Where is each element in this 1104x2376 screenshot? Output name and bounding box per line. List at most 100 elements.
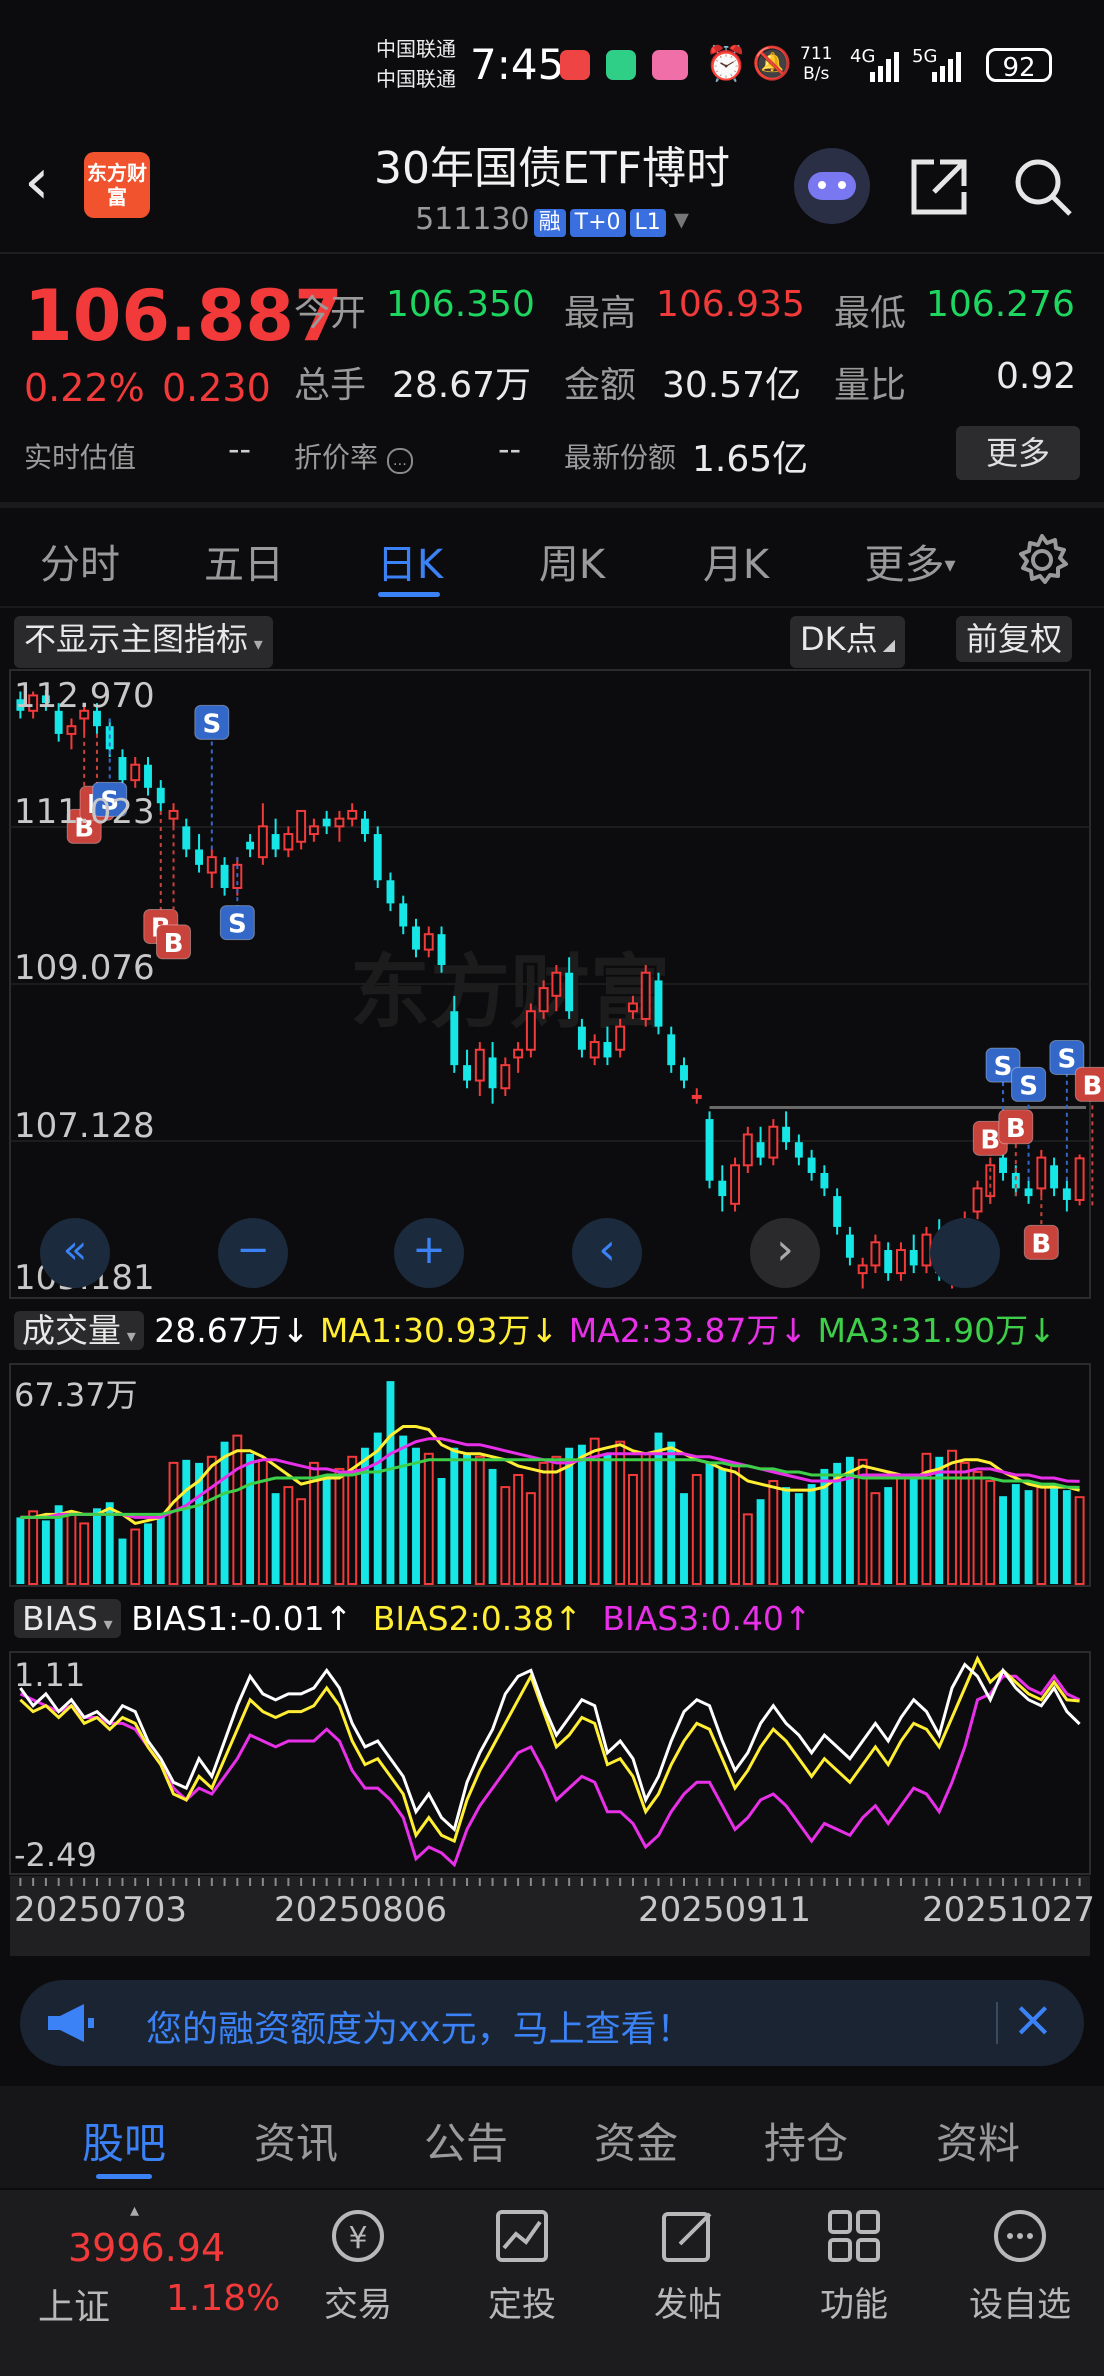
candle [182,818,191,858]
volume-bar [257,1458,268,1585]
volume-bar [807,1484,816,1584]
zoom-out-button[interactable]: − [218,1218,288,1288]
scroll-left-fast-button[interactable]: « [40,1218,110,1288]
volume-bar [386,1381,395,1584]
volume-bar [450,1447,459,1584]
zoom-in-button[interactable]: + [394,1218,464,1288]
y-tick-label: 112.970 [14,676,155,716]
tab-announcements[interactable]: 公告 [406,2110,526,2171]
trade-button[interactable]: ¥ 交易 [300,2204,416,2326]
candle [794,1134,803,1166]
y-tick-label: 111.023 [14,792,155,832]
close-icon[interactable]: × [1012,1990,1054,2048]
caret-down-icon: ▾ [97,1614,113,1635]
svg-text:B: B [164,929,184,959]
volume-bar [577,1444,586,1584]
candle [718,1165,727,1212]
volume-bar [118,1538,127,1584]
bias-legend: BIAS ▾ BIAS1:-0.01↑ BIAS2:0.38↑ BIAS3:0.… [14,1596,812,1648]
index-value: 3996.94 [68,2226,226,2270]
tab-news[interactable]: 资讯 [236,2110,356,2171]
auto-invest-button[interactable]: 定投 [464,2204,580,2326]
volume-bar [680,1493,688,1584]
index-widget[interactable]: ▴ 3996.94 上证 1.18% [0,2190,280,2376]
volume-bar [130,1528,141,1585]
candle [807,1149,816,1181]
volume-bar [603,1453,612,1584]
volume-bar [16,1517,25,1584]
volume-bar [1074,1496,1085,1585]
scroll-end-button[interactable] [930,1218,1000,1288]
volume-bar [513,1473,524,1586]
svg-text:B: B [1082,1071,1102,1101]
add-watchlist-button[interactable]: 设自选 [962,2204,1078,2326]
tab-forum[interactable]: 股吧 [64,2110,184,2171]
volume-bar [41,1520,50,1584]
candle [271,818,280,858]
volume-bar [551,1455,562,1586]
bias2-value: BIAS2:0.38↑ [372,1599,582,1638]
candle [322,810,331,835]
bias-indicator-select[interactable]: BIAS ▾ [14,1599,121,1638]
candle [308,818,319,842]
volume-bar [654,1432,663,1584]
kline-chart-area[interactable]: 东方财富 BBSBBSSSSSBBBB [0,0,1104,1960]
candle [884,1242,893,1281]
trade-icon: ¥ [332,2210,384,2262]
new-post-button[interactable]: 发帖 [630,2204,746,2326]
candle [195,834,204,873]
candle [756,1126,765,1166]
scroll-right-button[interactable]: › [750,1218,820,1288]
functions-button[interactable]: 功能 [796,2204,912,2326]
candle [833,1188,842,1235]
volume-bar [768,1480,779,1585]
tab-funds[interactable]: 资金 [576,2110,696,2171]
candle [66,718,77,750]
volume-bar [373,1432,382,1584]
volume-bar [525,1492,536,1585]
buy-signal: B [1023,1196,1059,1260]
volume-bar [667,1441,676,1584]
svg-text:B: B [1006,1114,1026,1144]
volume-bar [870,1492,881,1585]
candle [283,826,294,858]
volume-bar [1062,1490,1071,1584]
candle [870,1234,881,1274]
candle [742,1126,753,1173]
svg-text:S: S [1019,1071,1038,1101]
volume-legend: 成交量 ▾ 28.67万↓ MA1:30.93万↓ MA2:33.87万↓ MA… [14,1308,1056,1360]
active-tab-indicator [96,2174,152,2179]
sell-signal: S [194,704,230,850]
volume-bar [463,1453,472,1584]
volume-indicator-select[interactable]: 成交量 ▾ [14,1311,144,1350]
tab-holdings[interactable]: 持仓 [746,2110,866,2171]
candle [206,849,217,888]
candle [220,857,229,896]
megaphone-icon [48,2004,94,2042]
scroll-left-button[interactable]: ‹ [572,1218,642,1288]
volume-max-label: 67.37万 [14,1376,138,1414]
candle [334,810,345,842]
volume-bar [182,1459,191,1584]
volume-bar [782,1487,791,1584]
candle [513,1042,524,1073]
volume-bar [1036,1486,1047,1586]
candle [130,757,141,788]
candle [360,810,369,842]
candle [168,803,179,827]
volume-bar [718,1468,727,1584]
post-icon [662,2212,712,2262]
candle [525,1003,536,1058]
margin-banner[interactable]: 您的融资额度为xx元，马上查看！ × [20,1980,1084,2066]
candle [386,872,395,912]
candle [985,1157,996,1204]
tab-profile[interactable]: 资料 [918,2110,1038,2171]
volume-bar [246,1453,255,1584]
volume-bar [220,1441,229,1584]
volume-bar [884,1487,893,1584]
invest-icon [496,2210,548,2262]
volume-bar [271,1493,280,1584]
volume-bar [92,1508,101,1584]
index-name: 上证 [38,2287,111,2328]
bias-min-label: -2.49 [14,1836,97,1874]
